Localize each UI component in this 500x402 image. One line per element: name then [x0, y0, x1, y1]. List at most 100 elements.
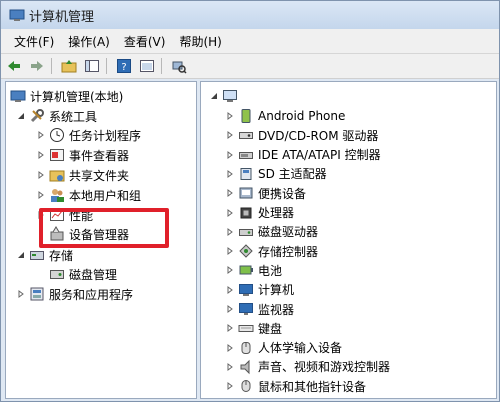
expand-arrow-icon[interactable]	[225, 323, 235, 333]
expand-arrow-icon[interactable]	[225, 285, 235, 295]
console-tree-icon	[85, 60, 99, 72]
computer-management-window: 计算机管理 文件(F) 操作(A) 查看(V) 帮助(H) ? 计算机管理(本地…	[0, 0, 500, 402]
expand-arrow-icon[interactable]	[225, 381, 235, 391]
device-category-item[interactable]: 声音、视频和游戏控制器	[225, 357, 390, 377]
collapse-arrow-icon[interactable]	[209, 91, 219, 101]
monitor-icon	[238, 301, 254, 317]
tree-item-label: 共享文件夹	[69, 168, 130, 183]
menu-help[interactable]: 帮助(H)	[172, 33, 228, 50]
menu-file[interactable]: 文件(F)	[7, 33, 61, 50]
toolbar-separator	[106, 58, 107, 74]
device-category-item[interactable]: IDE ATA/ATAPI 控制器	[225, 145, 381, 165]
collapse-arrow-icon[interactable]	[16, 111, 26, 121]
tree-item-services-apps[interactable]: 服务和应用程序	[16, 284, 133, 304]
show-hide-tree-button[interactable]	[82, 56, 102, 76]
computer-management-icon	[10, 88, 26, 104]
device-category-item[interactable]: 便携设备	[225, 183, 306, 203]
device-category-item[interactable]: SD 主适配器	[225, 164, 327, 184]
device-category-item[interactable]: 处理器	[225, 203, 294, 223]
tree-item-event-viewer[interactable]: 事件查看器	[36, 145, 129, 165]
tree-item-shared-folders[interactable]: 共享文件夹	[36, 165, 129, 185]
device-category-label: 键盘	[258, 321, 283, 336]
expand-arrow-icon[interactable]	[36, 170, 46, 180]
device-root-computer[interactable]	[209, 86, 242, 106]
expand-arrow-icon[interactable]	[225, 130, 235, 140]
forward-button[interactable]	[27, 56, 47, 76]
collapse-arrow-icon[interactable]	[16, 250, 26, 260]
expand-arrow-icon[interactable]	[225, 188, 235, 198]
expand-arrow-icon[interactable]	[225, 343, 235, 353]
expand-arrow-icon[interactable]	[36, 130, 46, 140]
disk-management-icon	[49, 266, 65, 282]
dvd-drive-icon	[238, 127, 254, 143]
tree-item-disk-management[interactable]: 磁盘管理	[49, 264, 117, 284]
device-category-label: SD 主适配器	[258, 167, 327, 182]
expand-arrow-icon[interactable]	[225, 304, 235, 314]
sd-adapter-icon	[238, 166, 254, 182]
expand-arrow-icon[interactable]	[36, 190, 46, 200]
menu-view[interactable]: 查看(V)	[117, 33, 173, 50]
expand-arrow-icon[interactable]	[225, 265, 235, 275]
device-category-label: 磁盘驱动器	[258, 225, 319, 240]
tree-item-root[interactable]: 计算机管理(本地)	[10, 86, 123, 106]
keyboard-icon	[238, 320, 254, 336]
expand-arrow-icon[interactable]	[16, 289, 26, 299]
device-category-item[interactable]: 键盘	[225, 318, 282, 338]
device-category-label: 处理器	[258, 206, 295, 220]
device-category-label: 便携设备	[258, 186, 307, 201]
disk-drive-icon	[238, 224, 254, 240]
device-category-item[interactable]: DVD/CD-ROM 驱动器	[225, 125, 378, 145]
computer-icon	[222, 88, 238, 104]
tree-item-task-scheduler[interactable]: 任务计划程序	[36, 125, 141, 145]
back-button[interactable]	[4, 56, 24, 76]
tree-item-storage[interactable]: 存储	[16, 245, 73, 265]
device-category-label: Android Phone	[258, 109, 346, 123]
mouse-icon	[238, 378, 254, 394]
scan-hardware-button[interactable]	[169, 56, 189, 76]
svg-text:?: ?	[121, 62, 126, 73]
properties-button[interactable]	[137, 56, 157, 76]
expand-arrow-icon[interactable]	[225, 362, 235, 372]
expand-arrow-icon[interactable]	[225, 227, 235, 237]
ide-controller-icon	[238, 147, 254, 163]
expand-arrow-icon[interactable]	[225, 208, 235, 218]
expand-arrow-icon[interactable]	[225, 246, 235, 256]
expand-arrow-icon[interactable]	[36, 150, 46, 160]
device-category-item[interactable]: 计算机	[225, 280, 294, 300]
tree-item-label: 事件查看器	[69, 148, 130, 163]
device-category-item[interactable]: 鼠标和其他指针设备	[225, 376, 366, 396]
device-category-label: DVD/CD-ROM 驱动器	[258, 128, 379, 143]
device-category-item[interactable]: 人体学输入设备	[225, 338, 342, 358]
expand-arrow-icon[interactable]	[225, 150, 235, 160]
device-category-item[interactable]: 监视器	[225, 299, 294, 319]
device-category-item[interactable]: Android Phone	[225, 106, 345, 126]
device-category-label: 鼠标和其他指针设备	[258, 379, 367, 394]
tree-item-local-users[interactable]: 本地用户和组	[36, 185, 141, 205]
menu-bar: 文件(F) 操作(A) 查看(V) 帮助(H)	[1, 29, 499, 54]
device-category-label: IDE ATA/ATAPI 控制器	[258, 148, 381, 163]
menu-action[interactable]: 操作(A)	[61, 33, 117, 50]
back-arrow-icon	[8, 61, 20, 71]
tree-item-system-tools[interactable]: 系统工具	[16, 106, 97, 126]
users-icon	[49, 187, 65, 203]
device-category-item[interactable]: 电池	[225, 260, 282, 280]
device-category-label: 声音、视频和游戏控制器	[258, 360, 391, 375]
up-level-button[interactable]	[59, 56, 79, 76]
device-category-item[interactable]: 存储控制器	[225, 241, 318, 261]
phone-icon	[238, 108, 254, 124]
title-bar: 计算机管理	[1, 1, 499, 29]
toolbar-separator	[161, 58, 162, 74]
device-category-item[interactable]: 磁盘驱动器	[225, 222, 318, 242]
battery-icon	[238, 262, 254, 278]
help-button[interactable]: ?	[114, 56, 134, 76]
tree-item-label: 系统工具	[49, 109, 98, 124]
expand-arrow-icon[interactable]	[225, 169, 235, 179]
tree-item-label: 服务和应用程序	[49, 287, 134, 302]
expand-arrow-icon[interactable]	[225, 111, 235, 121]
portable-device-icon	[238, 185, 254, 201]
storage-controller-icon	[238, 243, 254, 259]
clock-icon	[49, 127, 65, 143]
device-list-pane: Android Phone DVD/CD-ROM 驱动器 IDE ATA/ATAPI…	[200, 81, 497, 399]
toolbar: ?	[1, 54, 499, 79]
tree-item-label: 存储	[49, 248, 74, 263]
